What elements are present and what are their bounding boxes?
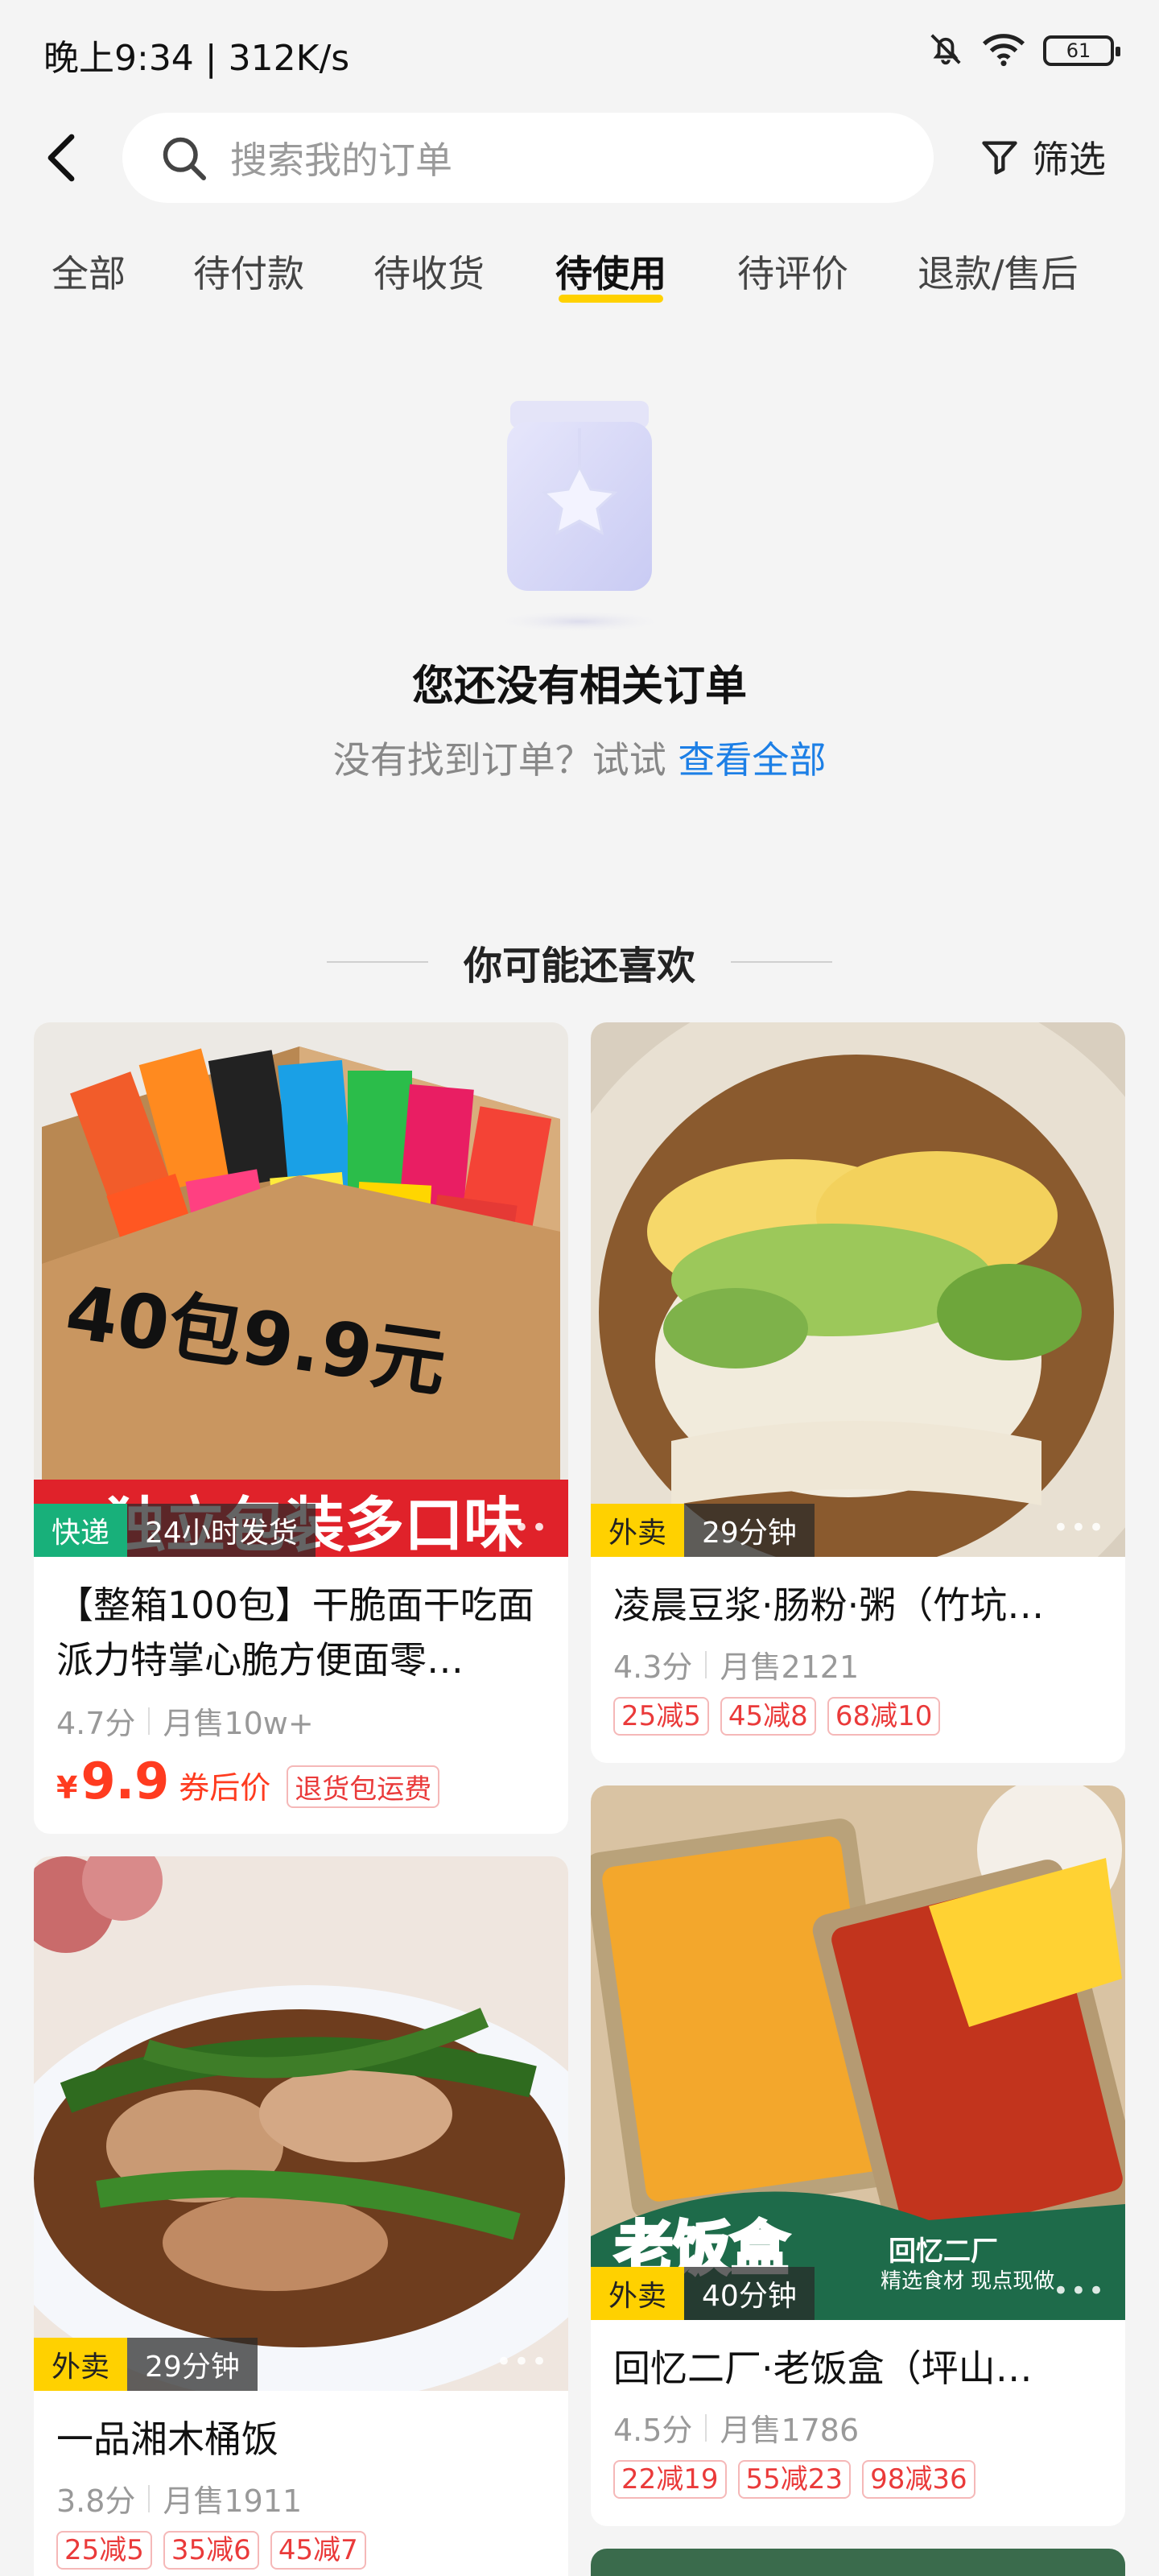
more-icon[interactable]: ••• (496, 1512, 549, 1544)
tab-pending-review[interactable]: 待评价 (737, 245, 848, 298)
back-button[interactable] (32, 127, 89, 188)
price-row: ¥ 9.9 券后价 退货包运费 (56, 1752, 440, 1810)
badge-delivery-time: 29分钟 (684, 1504, 815, 1557)
badge-row: 外卖 29分钟 (591, 1504, 815, 1557)
more-icon[interactable]: ••• (1053, 1512, 1106, 1544)
image-slogan-text: 精选食材 现点现做 (881, 2269, 1054, 2293)
search-input[interactable]: 搜索我的订单 (122, 113, 934, 203)
product-image: 老饭盒 回忆二厂 精选食材 现点现做 外卖 40分钟 ••• (591, 1785, 1125, 2320)
coupon-tag: 35减6 (163, 2531, 259, 2570)
badge-delivery-time: 24小时发货 (127, 1504, 316, 1557)
divider (148, 2484, 151, 2512)
filter-label: 筛选 (1032, 138, 1106, 181)
empty-title: 您还没有相关订单 (411, 663, 747, 711)
search-icon (158, 132, 209, 184)
status-time: 晚上9:34 | 312K/s (43, 38, 350, 79)
more-icon[interactable]: ••• (496, 2346, 549, 2378)
badge-row: 快递 24小时发货 (34, 1504, 316, 1557)
product-card[interactable]: 老饭盒 回忆二厂 精选食材 现点现做 外卖 40分钟 ••• 回忆二厂·老饭盒（… (591, 1785, 1125, 2526)
battery-level: 61 (1066, 39, 1091, 62)
product-meta: 4.5分 月售1786 (613, 2405, 859, 2450)
product-rating: 4.3分 (613, 1649, 693, 1685)
image-brand-text: 回忆二厂 (889, 2235, 998, 2268)
filter-icon (982, 141, 1017, 175)
product-image: 外卖 29分钟 ••• (591, 1022, 1125, 1557)
product-sales: 月售1786 (720, 2413, 860, 2448)
product-sales: 月售2121 (720, 1649, 860, 1685)
empty-subtitle: 没有找到订单？试试 查看全部 (0, 731, 1159, 784)
tab-pending-use[interactable]: 待使用 (555, 245, 666, 303)
tab-pending-payment[interactable]: 待付款 (193, 245, 304, 298)
tab-pending-use-label: 待使用 (555, 252, 666, 295)
coupon-tag: 25减5 (56, 2531, 152, 2570)
tab-all[interactable]: 全部 (52, 245, 126, 298)
search-placeholder: 搜索我的订单 (230, 138, 452, 182)
price-symbol: ¥ (56, 1770, 78, 1806)
coupon-tag: 22减19 (613, 2460, 727, 2499)
tab-pending-delivery[interactable]: 待收货 (373, 245, 485, 298)
filter-button[interactable]: 筛选 (979, 130, 1106, 184)
product-sales: 月售10w+ (163, 1706, 314, 1741)
product-title: 一品湘木桶饭 (56, 2417, 278, 2461)
product-card[interactable]: 外卖 29分钟 ••• 一品湘木桶饭 3.8分 月售1911 25减5 35减6… (34, 1856, 568, 2576)
badge-takeout: 外卖 (34, 2338, 128, 2391)
product-image: 40包9.9元 独立包装多口味 快递 24小时发货 ••• (34, 1022, 568, 1557)
order-tabs: 全部 待付款 待收货 待使用 待评价 退款/售后 (0, 238, 1159, 311)
battery-icon: 61 (1043, 35, 1120, 66)
coupon-tag: 98减36 (862, 2460, 975, 2499)
view-all-link[interactable]: 查看全部 (678, 738, 826, 782)
wifi-icon (982, 31, 1025, 70)
product-rating: 3.8分 (56, 2483, 136, 2519)
refund-tag: 退货包运费 (287, 1765, 440, 1808)
product-sales: 月售1911 (163, 2483, 303, 2519)
divider (705, 1650, 707, 1678)
coupon-tag: 45减8 (720, 1697, 816, 1736)
badge-takeout: 外卖 (591, 1504, 685, 1557)
badge-delivery-time: 29分钟 (127, 2338, 258, 2391)
coupon-tag: 45减7 (270, 2531, 366, 2570)
product-title: 【整箱100包】干脆面干吃面派力特掌心脆方便面零… (56, 1583, 534, 1682)
coupon-list: 22减19 55减23 98减36 (613, 2460, 975, 2499)
divider (148, 1707, 151, 1735)
divider (705, 2413, 707, 2442)
badge-row: 外卖 40分钟 (591, 2267, 815, 2320)
badge-takeout: 外卖 (591, 2267, 685, 2320)
chevron-left-icon (47, 134, 75, 182)
status-bar: 晚上9:34 | 312K/s 61 (0, 0, 1159, 100)
badge-delivery-time: 40分钟 (684, 2267, 815, 2320)
product-rating: 4.5分 (613, 2413, 693, 2448)
coupon-tag: 55减23 (737, 2460, 852, 2499)
recommend-title: 你可能还喜欢 (463, 943, 695, 989)
product-card[interactable]: 外卖 29分钟 ••• 凌晨豆浆·肠粉·粥（竹坑… 4.3分 月售2121 25… (591, 1022, 1125, 1763)
tab-active-underline (559, 295, 663, 303)
product-title: 回忆二厂·老饭盒（坪山… (613, 2347, 1033, 2390)
mute-bell-icon (927, 31, 964, 71)
coupon-tag: 25减5 (613, 1697, 709, 1736)
product-rating: 4.7分 (56, 1706, 136, 1741)
tab-refund-aftersale[interactable]: 退款/售后 (918, 245, 1079, 298)
divider (326, 961, 428, 963)
badge-express: 快递 (34, 1504, 128, 1557)
coupon-tag: 68减10 (827, 1697, 941, 1736)
divider (731, 961, 832, 963)
product-meta: 3.8分 月售1911 (56, 2476, 302, 2520)
status-icons: 61 (927, 31, 1120, 71)
coupon-list: 25减5 35减6 45减7 (56, 2531, 366, 2570)
product-card-partial[interactable] (591, 2549, 1125, 2576)
header: 搜索我的订单 筛选 (0, 109, 1159, 206)
product-meta: 4.7分 月售10w+ (56, 1699, 314, 1743)
recommend-heading: 你可能还喜欢 (0, 934, 1159, 990)
product-card[interactable]: 40包9.9元 独立包装多口味 快递 24小时发货 ••• 【整箱100包】干脆… (34, 1022, 568, 1834)
product-meta: 4.3分 月售2121 (613, 1642, 859, 1686)
badge-row: 外卖 29分钟 (34, 2338, 258, 2391)
price-value: 9.9 (80, 1752, 170, 1810)
product-image: 外卖 29分钟 ••• (34, 1856, 568, 2391)
empty-subtitle-text: 没有找到订单？试试 (332, 738, 666, 782)
product-title: 凌晨豆浆·肠粉·粥（竹坑… (613, 1583, 1045, 1627)
coupon-list: 25减5 45减8 68减10 (613, 1697, 941, 1736)
price-label: 券后价 (179, 1770, 271, 1806)
empty-jar-illustration (491, 401, 668, 633)
more-icon[interactable]: ••• (1053, 2275, 1106, 2307)
